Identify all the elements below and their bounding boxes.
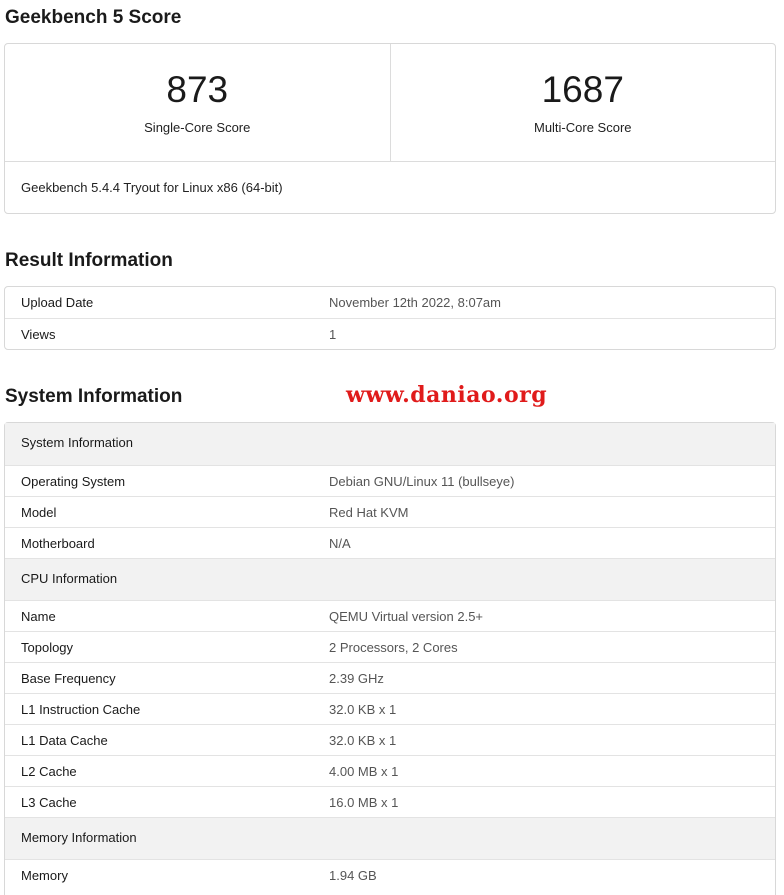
table-row: Model Red Hat KVM <box>5 496 775 527</box>
page: Geekbench 5 Score 873 Single-Core Score … <box>0 0 784 895</box>
single-core-score-label: Single-Core Score <box>144 120 251 135</box>
row-key: Name <box>21 609 56 624</box>
row-key: Base Frequency <box>21 671 116 686</box>
row-key: L2 Cache <box>21 764 77 779</box>
row-key: Upload Date <box>21 295 94 310</box>
table-row: Motherboard N/A <box>5 527 775 558</box>
row-key: Views <box>21 327 56 342</box>
benchmark-version: Geekbench 5.4.4 Tryout for Linux x86 (64… <box>21 180 283 195</box>
result-info-table: Upload Date November 12th 2022, 8:07am V… <box>4 286 776 350</box>
multi-core-score-value: 1687 <box>541 69 624 110</box>
row-value: Debian GNU/Linux 11 (bullseye) <box>329 474 515 489</box>
result-info-heading: Result Information <box>5 250 173 271</box>
table-row: L3 Cache 16.0 MB x 1 <box>5 786 775 817</box>
table-row: Operating System Debian GNU/Linux 11 (bu… <box>5 465 775 496</box>
row-value: 2 Processors, 2 Cores <box>329 640 458 655</box>
row-key: L1 Data Cache <box>21 733 108 748</box>
multi-core-cell: 1687 Multi-Core Score <box>389 44 776 161</box>
table-row: Upload Date November 12th 2022, 8:07am <box>5 287 775 318</box>
table-row: Name QEMU Virtual version 2.5+ <box>5 600 775 631</box>
row-value: 32.0 KB x 1 <box>329 702 397 717</box>
row-key: Topology <box>21 640 74 655</box>
score-card: 873 Single-Core Score 1687 Multi-Core Sc… <box>4 43 776 214</box>
table-row: L2 Cache 4.00 MB x 1 <box>5 755 775 786</box>
scores-row: 873 Single-Core Score 1687 Multi-Core Sc… <box>5 44 775 162</box>
row-value: 1 <box>329 327 337 342</box>
row-value: 32.0 KB x 1 <box>329 733 397 748</box>
row-key: L1 Instruction Cache <box>21 702 141 717</box>
row-value: Red Hat KVM <box>329 505 409 520</box>
section-header-system: System Information <box>5 423 775 465</box>
row-key: Model <box>21 505 57 520</box>
table-row: Base Frequency 2.39 GHz <box>5 662 775 693</box>
table-row: Topology 2 Processors, 2 Cores <box>5 631 775 662</box>
table-row: L1 Instruction Cache 32.0 KB x 1 <box>5 693 775 724</box>
row-value: 16.0 MB x 1 <box>329 795 399 810</box>
row-value: November 12th 2022, 8:07am <box>329 295 501 310</box>
row-key: Operating System <box>21 474 126 489</box>
row-key: Motherboard <box>21 536 95 551</box>
section-header-cpu: CPU Information <box>5 558 775 600</box>
row-key: L3 Cache <box>21 795 77 810</box>
row-value: 4.00 MB x 1 <box>329 764 399 779</box>
single-core-score-value: 873 <box>166 69 229 110</box>
watermark-text: www.daniao.org <box>346 382 548 408</box>
section-header-memory: Memory Information <box>5 817 775 859</box>
table-row: Views 1 <box>5 318 775 349</box>
row-value: QEMU Virtual version 2.5+ <box>329 609 484 624</box>
table-row: Memory 1.94 GB <box>5 859 775 890</box>
row-value: 1.94 GB <box>329 868 377 883</box>
single-core-cell: 873 Single-Core Score <box>5 44 390 161</box>
row-key: Memory <box>21 868 68 883</box>
system-info-table: System Information Operating System Debi… <box>4 422 776 895</box>
score-heading: Geekbench 5 Score <box>5 7 182 28</box>
table-row: L1 Data Cache 32.0 KB x 1 <box>5 724 775 755</box>
system-info-heading: System Information <box>5 386 183 407</box>
multi-core-score-label: Multi-Core Score <box>533 120 632 135</box>
row-value: N/A <box>329 536 351 551</box>
row-value: 2.39 GHz <box>329 671 384 686</box>
